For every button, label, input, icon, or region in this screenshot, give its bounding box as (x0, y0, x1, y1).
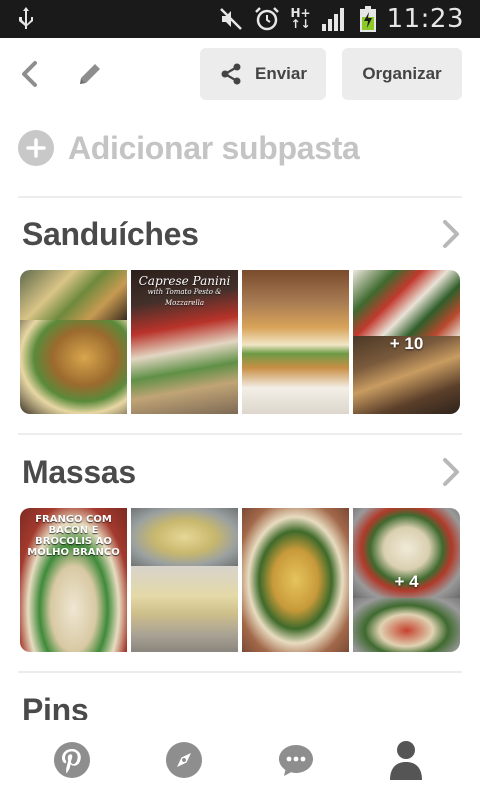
pin-thumbnail[interactable]: + 10 (353, 270, 460, 414)
back-arrow-icon (22, 61, 37, 87)
pin-thumbnail[interactable] (131, 508, 238, 652)
nav-explore[interactable] (164, 740, 204, 780)
bottom-nav (0, 720, 480, 800)
network-type: H+ ↑↓ (290, 6, 311, 31)
divider (18, 196, 462, 198)
section-title-sandwiches[interactable]: Sanduíches (22, 216, 199, 253)
organize-label: Organizar (362, 64, 442, 83)
nav-messages[interactable] (276, 740, 316, 780)
send-label: Enviar (255, 64, 307, 83)
send-button[interactable]: Enviar (200, 48, 326, 100)
alarm-icon (255, 7, 280, 31)
status-icons: H+ ↑↓ 11:23 (218, 0, 464, 38)
pin-thumbnail[interactable]: FRANGO COM BACON E BROCOLIS AO MOLHO BRA… (20, 508, 127, 652)
pin-thumbnail[interactable] (242, 270, 349, 414)
back-button[interactable] (12, 54, 46, 94)
section-title-pasta[interactable]: Massas (22, 454, 136, 491)
chevron-right-icon[interactable] (440, 219, 462, 249)
divider (18, 671, 462, 673)
more-pins-count: + 10 (389, 334, 424, 353)
pin-caption: Caprese Panini with Tomato Pesto & Mozza… (138, 274, 231, 307)
pin-caption: FRANGO COM BACON E BROCOLIS AO MOLHO BRA… (27, 514, 120, 558)
add-subfolder-label: Adicionar subpasta (68, 129, 360, 166)
chat-bubble-icon (279, 745, 313, 776)
mute-icon (220, 8, 243, 30)
add-subfolder-row[interactable]: Adicionar subpasta (18, 126, 360, 170)
signal-icon (321, 8, 344, 31)
pin-thumbnail[interactable]: Caprese Panini with Tomato Pesto & Mozza… (131, 270, 238, 414)
share-icon (221, 63, 241, 85)
edit-board-button[interactable] (70, 54, 110, 94)
chevron-right-icon[interactable] (440, 457, 462, 487)
pin-thumbnail[interactable] (242, 508, 349, 652)
usb-icon (19, 7, 33, 29)
section-image-strip-sandwiches[interactable]: Caprese Panini with Tomato Pesto & Mozza… (20, 270, 460, 414)
divider (18, 433, 462, 435)
clock: 11:23 (386, 4, 464, 34)
compass-explore-icon (166, 742, 202, 778)
plus-circle-icon (18, 130, 54, 166)
more-pins-count: + 4 (394, 572, 419, 591)
pinterest-home-icon (54, 742, 90, 778)
battery-charging-icon (359, 6, 376, 32)
profile-icon (390, 741, 422, 780)
nav-profile[interactable] (386, 740, 426, 780)
pin-thumbnail[interactable]: + 4 (353, 508, 460, 652)
board-toolbar: Enviar Organizar (0, 38, 480, 110)
nav-home[interactable] (52, 740, 92, 780)
section-image-strip-pasta[interactable]: FRANGO COM BACON E BROCOLIS AO MOLHO BRA… (20, 508, 460, 652)
pin-thumbnail[interactable] (20, 270, 127, 414)
pencil-icon (80, 64, 100, 84)
status-bar: H+ ↑↓ 11:23 (0, 0, 480, 38)
organize-button[interactable]: Organizar (342, 48, 462, 100)
